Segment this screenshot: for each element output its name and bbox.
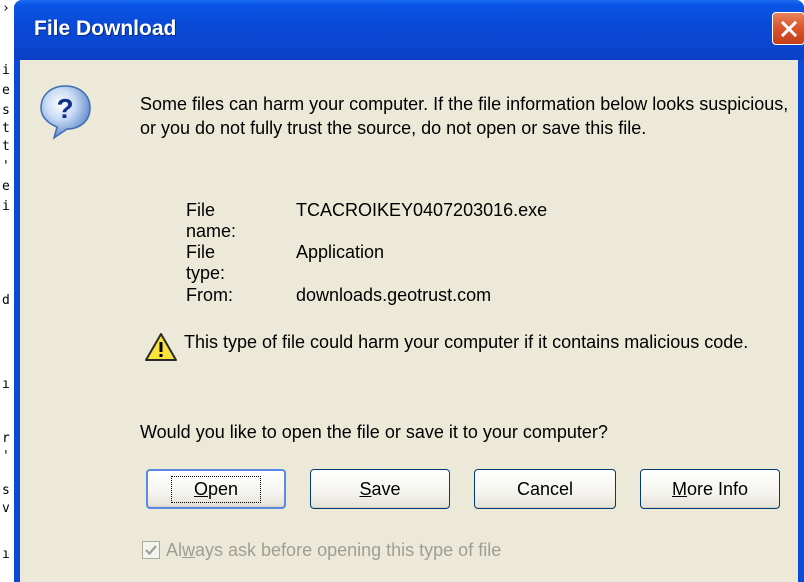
file-type-warning: This type of file could harm your comput… bbox=[184, 332, 749, 352]
warning-message: Some files can harm your computer. If th… bbox=[140, 94, 789, 138]
always-ask-label: Always ask before opening this type of f… bbox=[166, 539, 502, 560]
more-info-button-label: More Info bbox=[671, 478, 749, 499]
dialog-body: ? Some files can harm your computer. If … bbox=[20, 60, 798, 582]
from-value: downloads.geotrust.com bbox=[296, 285, 492, 305]
svg-text:?: ? bbox=[56, 93, 73, 124]
always-ask-checkbox[interactable] bbox=[142, 541, 160, 559]
file-name-value: TCACROIKEY0407203016.exe bbox=[296, 200, 548, 220]
from-label: From: bbox=[186, 285, 233, 305]
open-button-label: Open bbox=[170, 475, 262, 503]
more-info-button[interactable]: More Info bbox=[640, 469, 780, 509]
save-button-label: Save bbox=[359, 478, 401, 499]
background-window-fragment: › i e s t t ' e i d ı r ' s v ı bbox=[0, 0, 14, 582]
warning-icon bbox=[145, 333, 177, 361]
file-type-label: File type: bbox=[186, 242, 226, 283]
file-download-dialog: File Download ? Some files can harm your… bbox=[14, 0, 804, 582]
open-button[interactable]: Open bbox=[146, 469, 286, 509]
question-icon: ? bbox=[40, 85, 91, 140]
dialog-title: File Download bbox=[34, 17, 177, 40]
check-icon bbox=[145, 545, 157, 556]
cancel-button-label: Cancel bbox=[516, 478, 574, 499]
title-bar[interactable]: File Download bbox=[14, 0, 804, 60]
file-name-label: File name: bbox=[186, 200, 237, 241]
file-type-value: Application bbox=[296, 242, 385, 262]
close-button[interactable] bbox=[772, 12, 804, 45]
save-button[interactable]: Save bbox=[310, 469, 450, 509]
close-icon bbox=[780, 20, 797, 37]
open-or-save-question: Would you like to open the file or save … bbox=[140, 422, 608, 442]
cancel-button[interactable]: Cancel bbox=[474, 469, 616, 509]
always-ask-option: Always ask before opening this type of f… bbox=[142, 538, 501, 562]
